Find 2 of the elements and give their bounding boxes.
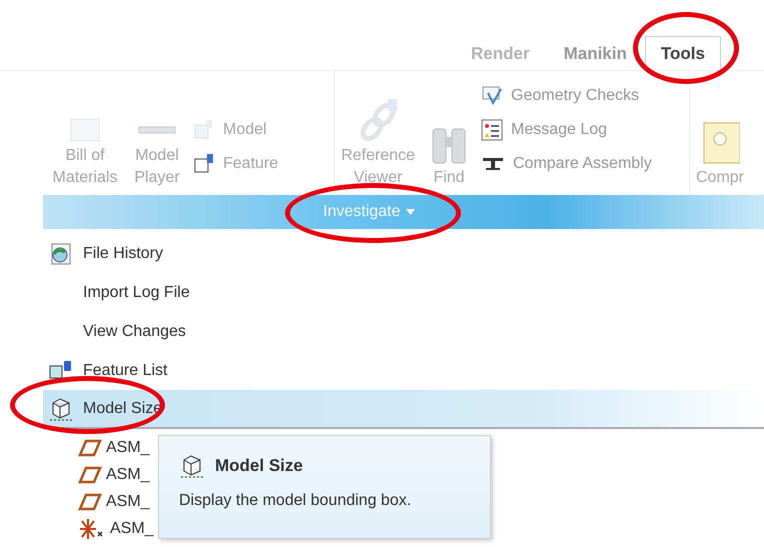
tooltip-title: Model Size	[215, 456, 303, 476]
tooltip-text: Display the model bounding box.	[179, 492, 412, 510]
